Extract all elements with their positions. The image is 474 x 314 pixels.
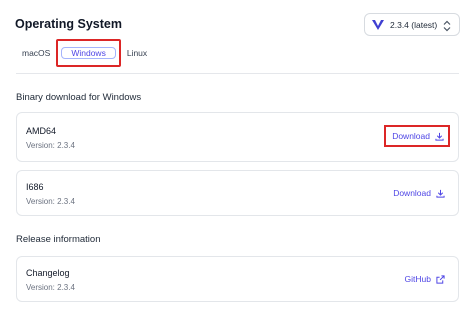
tab-windows[interactable]: Windows [61, 47, 116, 59]
tab-linux[interactable]: Linux [121, 42, 153, 64]
version-select-value: 2.3.4 (latest) [390, 19, 438, 30]
release-version: Version: 2.3.4 [26, 283, 75, 292]
section-heading-release: Release information [16, 234, 101, 245]
download-label: Download [393, 188, 431, 198]
download-button[interactable]: Download [384, 125, 450, 147]
download-icon [436, 189, 445, 198]
tab-macos[interactable]: macOS [16, 42, 56, 64]
binary-card-i686: I686 Version: 2.3.4 Download [16, 170, 459, 216]
divider [16, 73, 459, 74]
github-link[interactable]: GitHub [405, 274, 445, 284]
highlight-box: Windows [56, 39, 121, 67]
external-link-icon [436, 274, 445, 284]
download-label: Download [392, 131, 430, 141]
version-select[interactable]: 2.3.4 (latest) [364, 13, 460, 36]
download-button[interactable]: Download [393, 188, 445, 198]
os-tabs: macOS Windows Linux [16, 39, 153, 67]
binary-name: AMD64 [26, 126, 57, 136]
section-heading-binary: Binary download for Windows [16, 92, 142, 103]
binary-card-amd64: AMD64 Version: 2.3.4 Download [16, 112, 459, 162]
binary-name: I686 [26, 182, 44, 192]
chevron-up-down-icon [443, 19, 451, 32]
binary-version: Version: 2.3.4 [26, 141, 75, 150]
brand-logo-icon [372, 19, 384, 30]
binary-version: Version: 2.3.4 [26, 197, 75, 206]
download-icon [435, 132, 444, 141]
release-card-changelog: Changelog Version: 2.3.4 GitHub [16, 256, 459, 302]
release-name: Changelog [26, 268, 70, 278]
github-label: GitHub [404, 274, 431, 284]
page-title: Operating System [15, 17, 122, 31]
